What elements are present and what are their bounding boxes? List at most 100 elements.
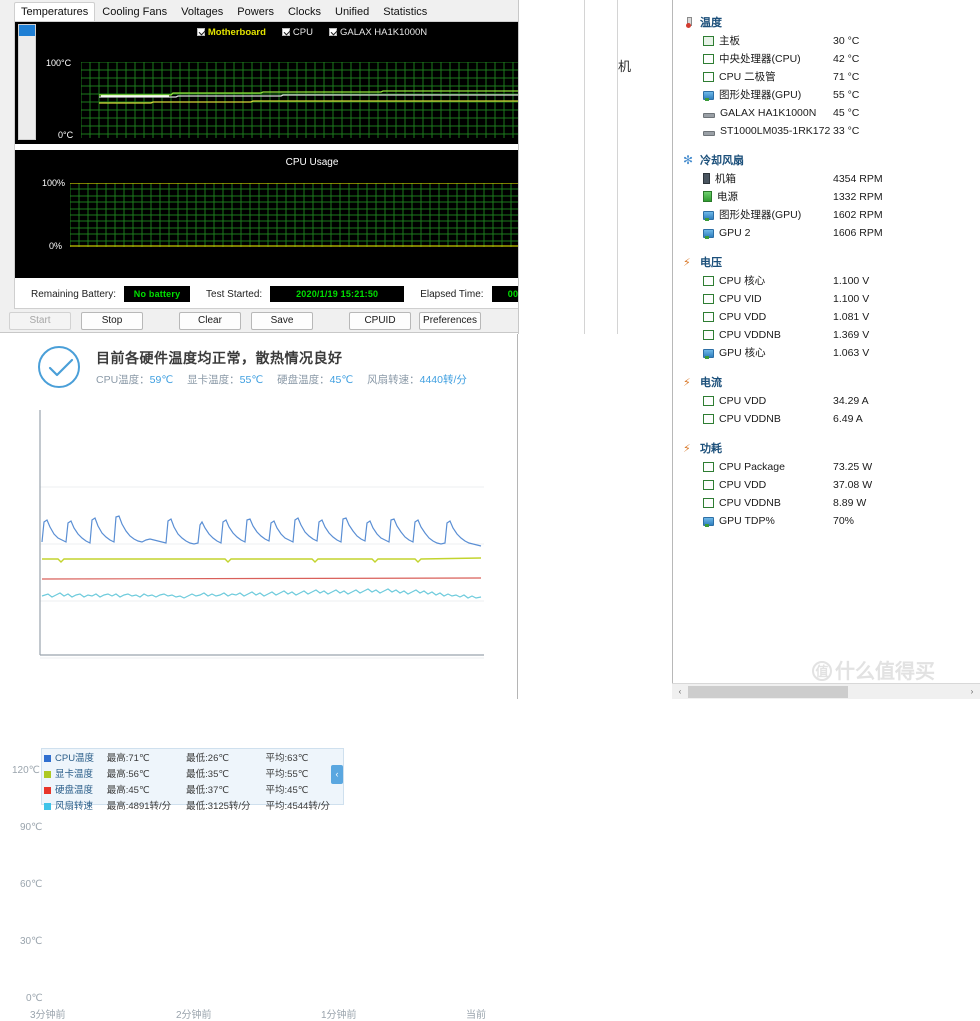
scroll-right-arrow-icon[interactable]: ›: [965, 685, 979, 699]
scrollbar-thumb[interactable]: [688, 686, 848, 698]
hw-item-cpu-diode: CPU 二极管71 °C: [673, 68, 980, 86]
legend-min-cell: 最低:3125转/分: [184, 797, 263, 813]
checkbox-icon[interactable]: [329, 28, 337, 36]
clear-button[interactable]: Clear: [179, 312, 241, 330]
battery-label: Remaining Battery:: [31, 289, 116, 300]
legend-collapse-button[interactable]: ‹: [331, 765, 343, 784]
chip-icon: [703, 462, 714, 472]
legend-min-cell: 最低:35℃: [184, 765, 263, 781]
legend-swatch-hdd: [44, 787, 51, 794]
hw-item-cpu-vdd-power: CPU VDD37.08 W: [673, 476, 980, 494]
hw-group-current[interactable]: 电流: [673, 374, 980, 392]
start-button[interactable]: Start: [9, 312, 71, 330]
tab-unified[interactable]: Unified: [328, 2, 376, 22]
hdd-temp-label: 硬盘温度：: [277, 374, 330, 386]
chip-icon: [703, 294, 714, 304]
hw-item-case-fan: 机箱4354 RPM: [673, 170, 980, 188]
hardware-monitor-panel: 目前各硬件温度均正常，散热情况良好 CPU温度：59℃显卡温度：55℃硬盘温度：…: [0, 334, 518, 699]
checkbox-icon[interactable]: [197, 28, 205, 36]
gpu-temp-value: 55℃: [240, 374, 263, 386]
legend-swatch-cpu: [44, 755, 51, 762]
chip-icon: [703, 396, 714, 406]
legend-motherboard[interactable]: Motherboard: [197, 27, 266, 38]
hw-group-temperature[interactable]: 温度: [673, 14, 980, 32]
spacer: [673, 362, 980, 374]
legend-name-cell: 风扇转速: [42, 797, 105, 813]
tab-clocks[interactable]: Clocks: [281, 2, 328, 22]
checkbox-icon[interactable]: [282, 28, 290, 36]
hw-item-gpu-tdp: GPU TDP%70%: [673, 512, 980, 530]
legend-row: CPU温度 最高:71℃ 最低:26℃ 平均:63℃: [42, 749, 343, 765]
gpu-icon: [703, 517, 714, 526]
hw-group-cooling-fans[interactable]: 冷却风扇: [673, 152, 980, 170]
cpu-usage-plot-svg: [70, 183, 555, 247]
legend-max-cell: 最高:71℃: [105, 749, 184, 765]
legend-name-cell: 硬盘温度: [42, 781, 105, 797]
stop-button[interactable]: Stop: [81, 312, 143, 330]
hw-item-ssd-galax: GALAX HA1K1000N45 °C: [673, 104, 980, 122]
cpu-temp-label: CPU温度：: [96, 374, 150, 386]
tab-powers[interactable]: Powers: [230, 2, 281, 22]
gpu-icon: [703, 349, 714, 358]
cpu-y-min-label: 0%: [49, 241, 62, 251]
background-gap: 机: [518, 0, 672, 699]
hw-item-motherboard: 主板30 °C: [673, 32, 980, 50]
gpu-icon: [703, 211, 714, 220]
elapsed-time-label: Elapsed Time:: [420, 289, 483, 300]
hardware-panel-horizontal-scrollbar[interactable]: ‹ ›: [672, 683, 980, 699]
preferences-button[interactable]: Preferences: [419, 312, 481, 330]
y-tick-30: 30℃: [20, 936, 42, 947]
tab-statistics[interactable]: Statistics: [376, 2, 434, 22]
hdd-icon: [703, 131, 715, 136]
hw-item-cpu-vddnb-power: CPU VDDNB8.89 W: [673, 494, 980, 512]
status-summary: CPU温度：59℃显卡温度：55℃硬盘温度：45℃风扇转速：4440转/分: [96, 372, 467, 387]
hw-item-cpu-vid: CPU VID1.100 V: [673, 290, 980, 308]
chart-legend-box: CPU温度 最高:71℃ 最低:26℃ 平均:63℃ 显卡温度 最高:56℃ 最…: [41, 748, 344, 805]
scroll-left-arrow-icon[interactable]: ‹: [673, 685, 687, 699]
cpu-usage-plot: [70, 183, 555, 247]
save-button[interactable]: Save: [251, 312, 313, 330]
y-tick-60: 60℃: [20, 879, 42, 890]
hw-item-cpu-vddnb-current: CPU VDDNB6.49 A: [673, 410, 980, 428]
cpuid-button[interactable]: CPUID: [349, 312, 411, 330]
bolt-icon: [683, 257, 695, 268]
legend-cpu[interactable]: CPU: [282, 27, 313, 38]
x-tick-now: 当前: [466, 1006, 486, 1021]
trend-chart-svg: [0, 410, 518, 699]
hw-group-voltage[interactable]: 电压: [673, 254, 980, 272]
watermark-text: 什么值得买: [835, 661, 935, 683]
legend-name-cell: CPU温度: [42, 749, 105, 765]
temperature-plot-svg: [81, 62, 551, 138]
chip-icon: [703, 480, 714, 490]
battery-value: No battery: [124, 286, 190, 302]
legend-name-cell: 显卡温度: [42, 765, 105, 781]
hw-item-gpu: 图形处理器(GPU)55 °C: [673, 86, 980, 104]
temperature-plot: [81, 62, 551, 138]
tab-temperatures[interactable]: Temperatures: [14, 2, 95, 22]
hw-item-gpu-fan: 图形处理器(GPU)1602 RPM: [673, 206, 980, 224]
chip-icon: [703, 72, 714, 82]
temperature-graph-scrollbar[interactable]: [18, 24, 36, 140]
temperature-trend-chart: [0, 410, 518, 699]
legend-avg-cell: 平均:63℃: [264, 749, 343, 765]
status-banner: 目前各硬件温度均正常，散热情况良好 CPU温度：59℃显卡温度：55℃硬盘温度：…: [0, 340, 518, 398]
gap-divider-left: [518, 0, 519, 334]
y-tick-120: 120℃: [12, 765, 40, 776]
legend-galax[interactable]: GALAX HA1K1000N: [329, 27, 427, 38]
tab-cooling-fans[interactable]: Cooling Fans: [95, 2, 174, 22]
legend-max-cell: 最高:4891转/分: [105, 797, 184, 813]
legend-row: 硬盘温度 最高:45℃ 最低:37℃ 平均:45℃: [42, 781, 343, 797]
tab-voltages[interactable]: Voltages: [174, 2, 230, 22]
y-tick-90: 90℃: [20, 822, 42, 833]
chip-icon: [703, 414, 714, 424]
chip-icon: [703, 498, 714, 508]
legend-min-cell: 最低:26℃: [184, 749, 263, 765]
hw-item-cpu-package-power: CPU Package73.25 W: [673, 458, 980, 476]
hardware-sensor-panel: 温度 主板30 °C 中央处理器(CPU)42 °C CPU 二极管71 °C …: [672, 0, 980, 699]
hw-item-gpu2-fan: GPU 21606 RPM: [673, 224, 980, 242]
fan-speed-label: 风扇转速：: [367, 374, 420, 386]
legend-max-cell: 最高:45℃: [105, 781, 184, 797]
test-started-label: Test Started:: [206, 289, 262, 300]
chip-icon: [703, 330, 714, 340]
hw-group-power[interactable]: 功耗: [673, 440, 980, 458]
